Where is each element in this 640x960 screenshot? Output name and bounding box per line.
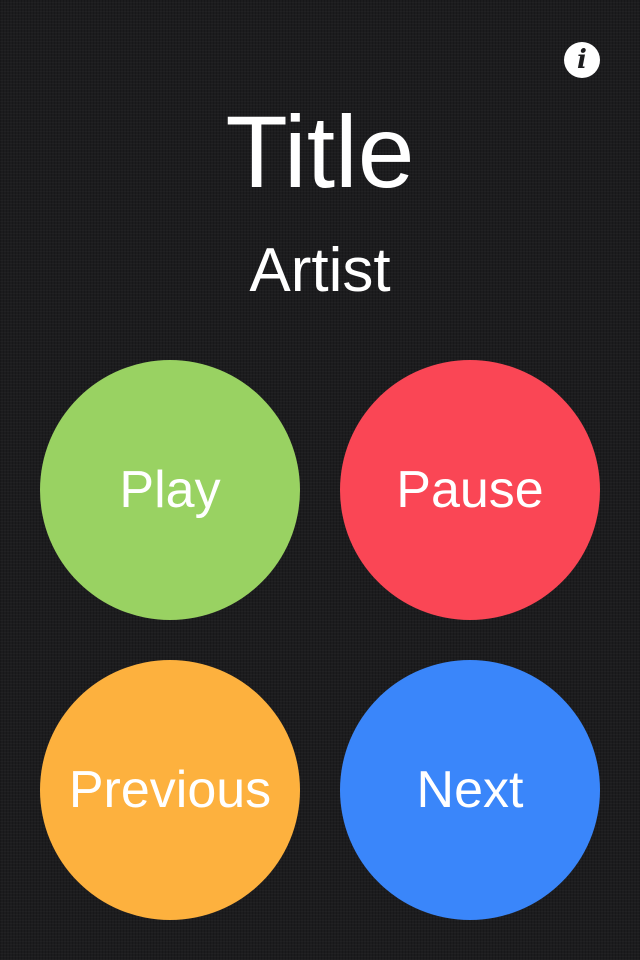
previous-button[interactable]: Previous	[40, 660, 300, 920]
next-button-label: Next	[416, 761, 524, 819]
previous-button-label: Previous	[68, 761, 272, 819]
info-icon[interactable]: i	[564, 42, 600, 78]
track-artist: Artist	[249, 236, 391, 305]
play-button[interactable]: Play	[40, 360, 300, 620]
play-button-label: Play	[119, 461, 221, 519]
pause-button-label: Pause	[396, 461, 544, 519]
pause-button[interactable]: Pause	[340, 360, 600, 620]
next-button[interactable]: Next	[340, 660, 600, 920]
track-title: Title	[225, 95, 415, 209]
